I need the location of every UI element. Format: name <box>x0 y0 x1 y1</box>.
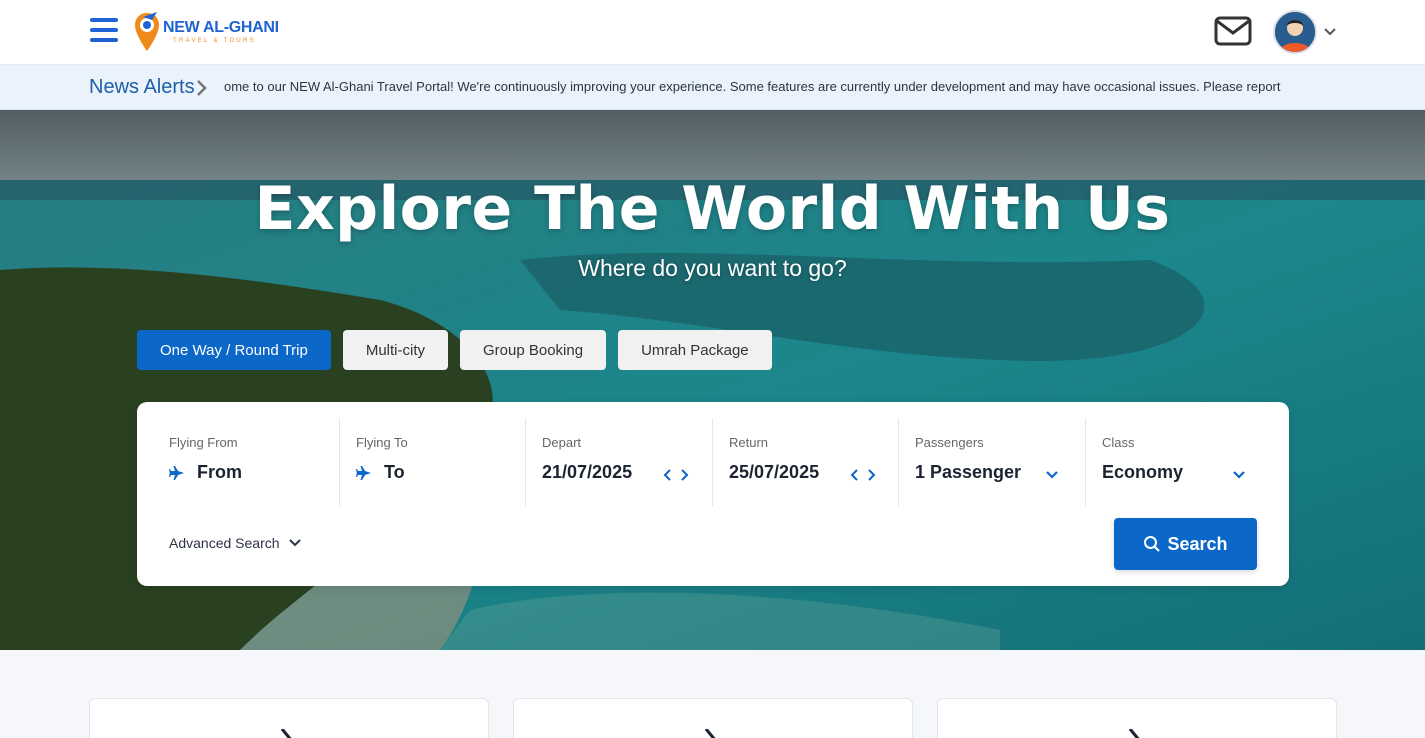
depart-date-field[interactable]: Depart 21/07/2025 <box>525 418 712 506</box>
flight-search-card: Flying From From Flying To To Depart 21/… <box>137 402 1289 586</box>
field-label: Class <box>1102 435 1135 450</box>
chevron-down-icon <box>288 539 301 547</box>
flying-from-field[interactable]: Flying From From <box>153 418 340 506</box>
feature-card <box>89 698 489 738</box>
plane-icon <box>356 465 371 480</box>
flying-to-value: To <box>384 462 405 482</box>
depart-date-value: 21/07/2025 <box>542 462 633 482</box>
chevron-down-icon[interactable] <box>1045 470 1059 480</box>
tab-multi-city[interactable]: Multi-city <box>342 330 449 370</box>
news-alerts-title: News Alerts <box>89 76 195 98</box>
chevron-right-icon[interactable] <box>867 468 877 482</box>
class-field[interactable]: Class Economy <box>1085 418 1272 506</box>
field-label: Flying To <box>356 435 408 450</box>
user-avatar[interactable] <box>1273 10 1317 54</box>
field-label: Return <box>729 435 769 450</box>
mail-icon[interactable] <box>1214 16 1252 46</box>
logo-main-text: NEW AL-GHANI <box>163 19 279 36</box>
plane-icon <box>1128 729 1140 738</box>
logo-pin-icon <box>135 12 159 51</box>
chevron-right-icon[interactable] <box>680 468 690 482</box>
tab-umrah-package[interactable]: Umrah Package <box>618 330 772 370</box>
chevron-left-icon[interactable] <box>662 468 672 482</box>
chevron-down-icon[interactable] <box>1232 470 1246 480</box>
brand-logo[interactable]: NEW AL-GHANI TRAVEL & TOURS <box>133 10 279 54</box>
flying-from-value: From <box>197 462 242 482</box>
field-label: Passengers <box>915 435 984 450</box>
hero-title: Explore The World With Us <box>254 174 1171 244</box>
plane-icon <box>704 729 716 738</box>
chevron-down-icon[interactable] <box>1322 24 1338 40</box>
logo-sub-text: TRAVEL & TOURS <box>173 38 256 44</box>
class-value: Economy <box>1102 462 1184 482</box>
top-header: NEW AL-GHANI TRAVEL & TOURS <box>0 0 1425 65</box>
return-date-field[interactable]: Return 25/07/2025 <box>712 418 899 506</box>
chevron-right-icon <box>197 80 207 96</box>
plane-icon <box>280 729 292 738</box>
hero-section: Explore The World With Us Where do you w… <box>0 110 1425 650</box>
flying-to-field[interactable]: Flying To To <box>339 418 526 506</box>
advanced-search-label: Advanced Search <box>169 535 280 551</box>
feature-card <box>513 698 913 738</box>
field-label: Depart <box>542 435 582 450</box>
passengers-field[interactable]: Passengers 1 Passenger <box>898 418 1085 506</box>
trip-type-tabs: One Way / Round Trip Multi-city Group Bo… <box>137 330 772 370</box>
return-date-value: 25/07/2025 <box>729 462 820 482</box>
search-icon <box>1144 536 1161 552</box>
hamburger-icon[interactable] <box>90 18 118 44</box>
search-button-label: Search <box>1167 533 1228 554</box>
advanced-search-toggle[interactable]: Advanced Search <box>169 535 302 551</box>
tab-one-way-round-trip[interactable]: One Way / Round Trip <box>137 330 331 370</box>
news-ticker-text: ome to our NEW Al-Ghani Travel Portal! W… <box>224 79 1281 94</box>
passengers-value: 1 Passenger <box>915 462 1022 482</box>
bottom-section <box>0 650 1425 738</box>
news-alerts-bar: News Alerts ome to our NEW Al-Ghani Trav… <box>0 65 1425 110</box>
hero-subtitle: Where do you want to go? <box>578 255 847 281</box>
search-button[interactable]: Search <box>1114 518 1257 570</box>
feature-card <box>937 698 1337 738</box>
plane-icon <box>169 465 184 480</box>
field-label: Flying From <box>169 435 238 450</box>
chevron-left-icon[interactable] <box>849 468 859 482</box>
user-avatar-icon <box>1275 12 1315 52</box>
tab-group-booking[interactable]: Group Booking <box>460 330 607 370</box>
